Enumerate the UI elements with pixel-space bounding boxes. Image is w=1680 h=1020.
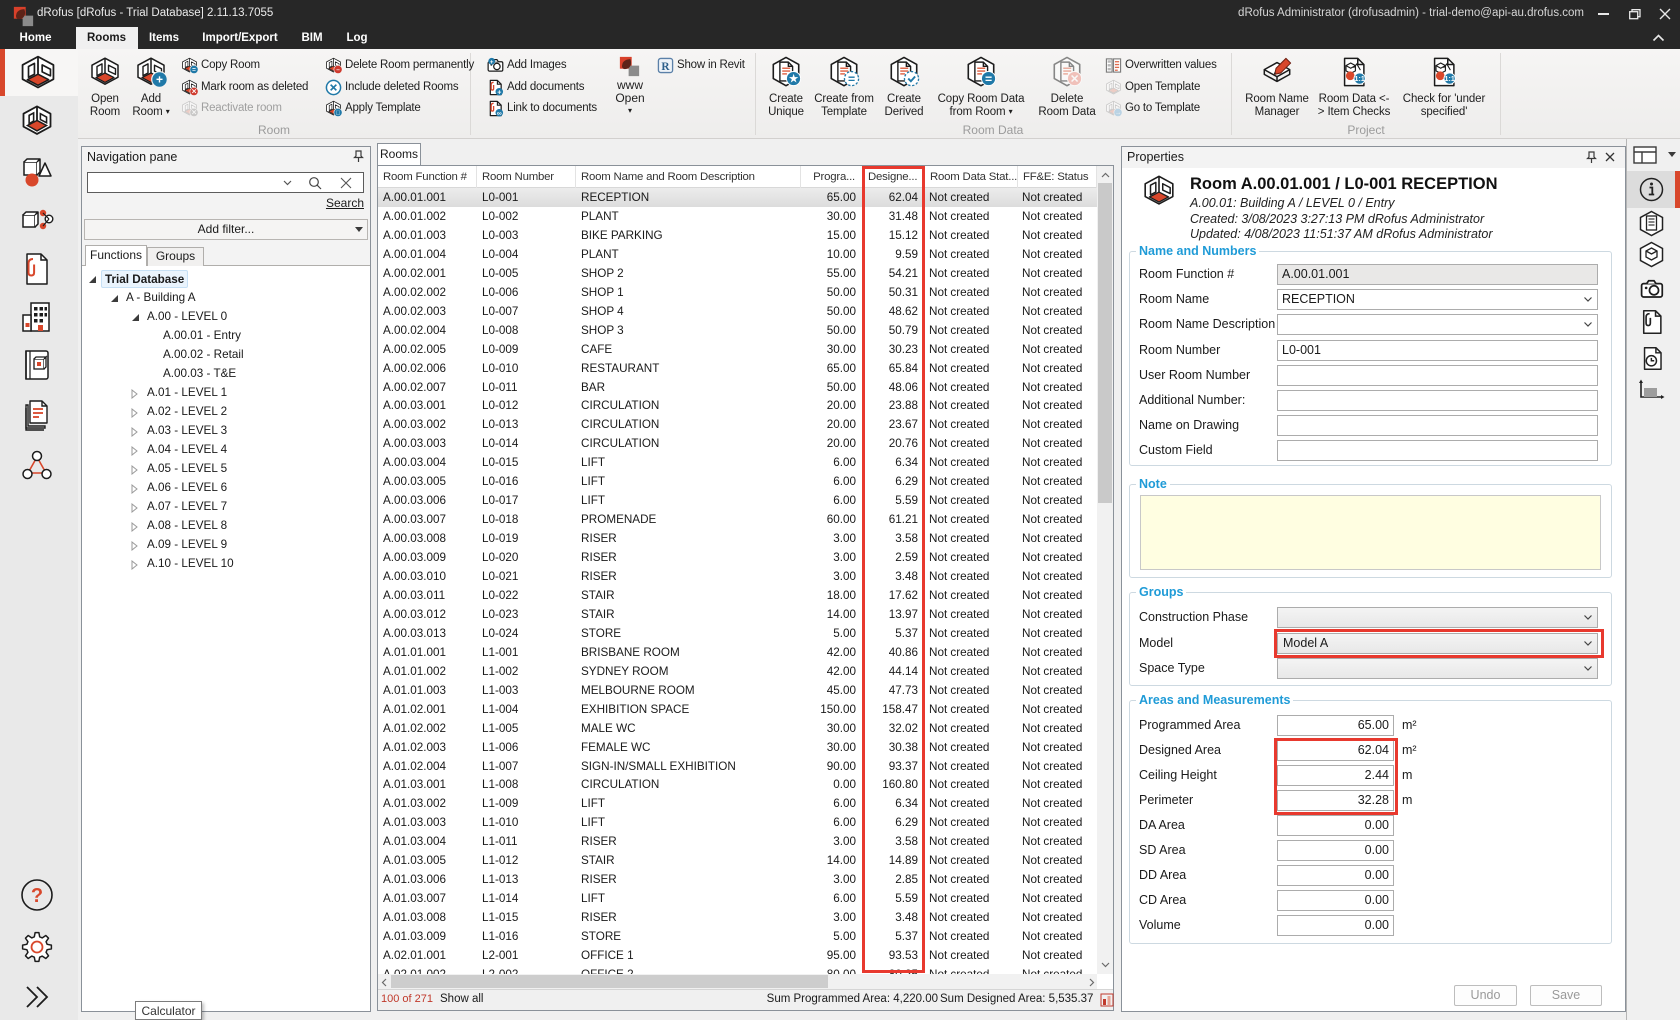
svg-text:R: R: [661, 61, 670, 73]
svg-text:1:1: 1:1: [1445, 76, 1455, 83]
svg-text:=: =: [985, 72, 992, 86]
svg-text:✕: ✕: [1070, 74, 1079, 86]
svg-text:✕: ✕: [191, 89, 196, 96]
svg-text:→: →: [1115, 110, 1121, 117]
svg-text:?: ?: [31, 885, 43, 907]
svg-text:–: –: [336, 67, 340, 74]
svg-text:+: +: [490, 59, 494, 66]
svg-text:∞: ∞: [497, 110, 502, 117]
svg-text:=: =: [192, 67, 196, 74]
svg-text:+: +: [497, 89, 501, 96]
svg-text:+: +: [156, 73, 163, 87]
svg-text:✕: ✕: [191, 110, 196, 117]
svg-text:1:1: 1:1: [1355, 76, 1365, 83]
svg-text:=: =: [848, 72, 855, 86]
svg-text:★: ★: [788, 73, 799, 86]
svg-text:□: □: [336, 110, 340, 117]
